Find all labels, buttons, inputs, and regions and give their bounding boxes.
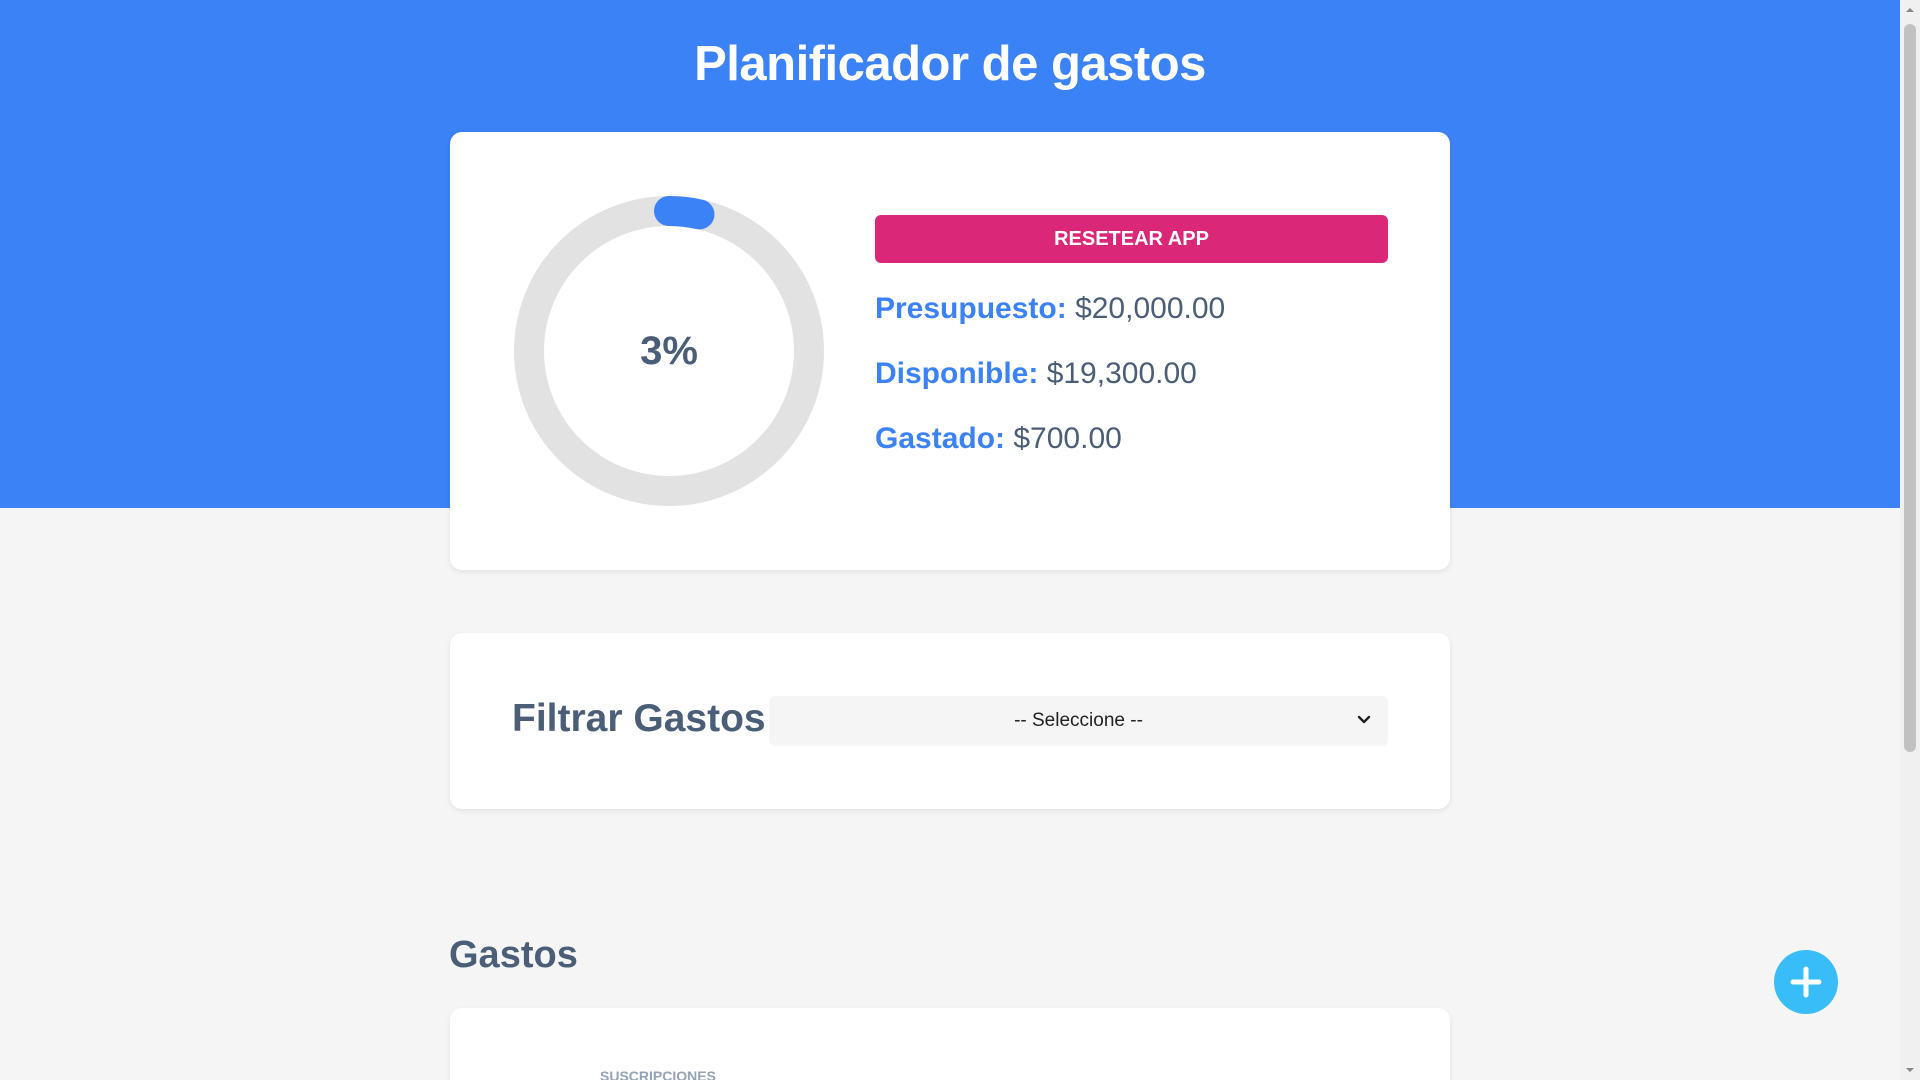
stat-label: Presupuesto:: [875, 292, 1067, 325]
scroll-down-icon[interactable]: [1904, 1064, 1916, 1076]
stat-value: $19,300.00: [1046, 357, 1197, 390]
stat-gastado: Gastado: $700.00: [875, 422, 1122, 456]
reset-app-button[interactable]: Resetear App: [875, 215, 1388, 263]
scroll-up-icon[interactable]: [1904, 4, 1916, 16]
stat-disponible: Disponible: $19,300.00: [875, 357, 1197, 391]
filter-label: Filtrar Gastos: [512, 697, 766, 740]
chevron-down-icon: [1357, 715, 1371, 724]
budget-card: 3% Resetear App Presupuesto: $20,000.00 …: [450, 132, 1450, 570]
stat-presupuesto: Presupuesto: $20,000.00: [875, 292, 1225, 326]
filter-select[interactable]: -- Seleccione --: [769, 696, 1388, 746]
app-title: Planificador de gastos: [694, 37, 1206, 91]
budget-percent: 3%: [640, 328, 698, 373]
stat-label: Disponible:: [875, 357, 1039, 390]
stat-value: $700.00: [1013, 422, 1122, 455]
stat-value: $20,000.00: [1075, 292, 1226, 325]
page-scrollbar[interactable]: [1900, 0, 1920, 1080]
expense-category: Suscripciones: [600, 1068, 716, 1080]
filter-selected-value: -- Seleccione --: [1014, 710, 1143, 731]
scrollbar-thumb[interactable]: [1904, 24, 1916, 752]
filter-card: Filtrar Gastos -- Seleccione --: [450, 633, 1450, 809]
expenses-title: Gastos: [449, 934, 578, 976]
budget-progress-ring: 3%: [511, 193, 827, 509]
expense-item[interactable]: Suscripciones: [450, 1008, 1450, 1080]
plus-icon: [1790, 966, 1822, 998]
add-expense-button[interactable]: [1774, 950, 1838, 1014]
stat-label: Gastado:: [875, 422, 1006, 455]
